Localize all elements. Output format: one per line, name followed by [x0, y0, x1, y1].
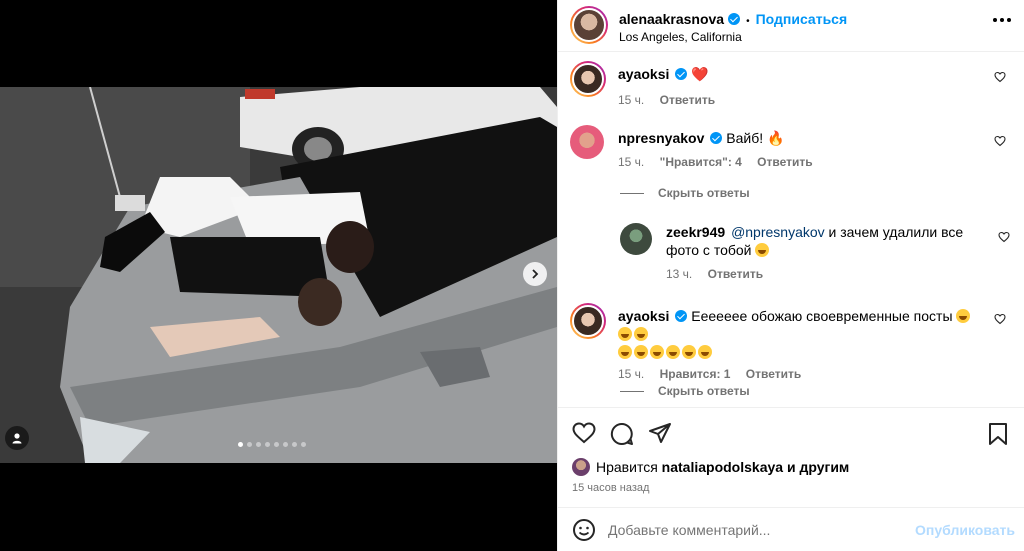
- verified-badge-icon: [710, 132, 723, 144]
- mention-link[interactable]: @npresnyakov: [731, 224, 825, 240]
- comment-body: Вайб! 🔥: [726, 130, 785, 146]
- comment-text: ayaoksi Еееееее обожаю своевременные пос…: [618, 307, 988, 361]
- commenter-avatar[interactable]: [620, 223, 652, 255]
- commenter-username[interactable]: zeekr949: [666, 224, 725, 240]
- user-icon: [12, 433, 22, 444]
- divider-line: [620, 390, 644, 392]
- commenter-avatar[interactable]: [570, 61, 606, 97]
- verified-badge-icon: [675, 68, 688, 80]
- reply-button[interactable]: Ответить: [757, 155, 812, 169]
- carousel-next-button[interactable]: [523, 262, 547, 286]
- like-heart-icon[interactable]: [572, 422, 596, 444]
- rofl-emoji-icon: [956, 309, 971, 323]
- rofl-emoji-icon: [618, 345, 632, 359]
- carousel-dot: [247, 442, 252, 447]
- hide-replies-button[interactable]: Скрыть ответы: [620, 186, 750, 200]
- commenter-username[interactable]: ayaoksi: [618, 66, 669, 82]
- comment-text: ayaoksi ❤️: [618, 65, 988, 83]
- more-options-icon[interactable]: [993, 14, 1011, 26]
- comment-time[interactable]: 15 ч.: [618, 367, 644, 381]
- comment-body: Еееееее обожаю своевременные посты: [691, 308, 953, 324]
- rofl-emoji-icon: [618, 327, 632, 341]
- post-photo[interactable]: [0, 87, 557, 463]
- publish-button[interactable]: Опубликовать: [915, 522, 1015, 538]
- carousel-indicator: [238, 442, 306, 447]
- like-comment-heart-icon[interactable]: [994, 135, 1006, 147]
- carousel-dot: [274, 442, 279, 447]
- comment-likes-count[interactable]: "Нравится": 4: [660, 155, 742, 169]
- commenter-username[interactable]: ayaoksi: [618, 308, 669, 324]
- hide-replies-label: Скрыть ответы: [658, 186, 750, 200]
- comment-bubble-icon[interactable]: [610, 422, 634, 446]
- rofl-emoji-icon: [682, 345, 696, 359]
- rofl-emoji-icon: [634, 327, 648, 341]
- comment-text: npresnyakov Вайб! 🔥: [618, 129, 988, 147]
- post-location[interactable]: Los Angeles, California: [619, 30, 742, 44]
- comment-input[interactable]: [608, 521, 916, 538]
- comment-time[interactable]: 13 ч.: [666, 267, 692, 281]
- hide-replies-button[interactable]: Скрыть ответы: [620, 384, 750, 398]
- likes-text: Нравится nataliapodolskaya и другим: [596, 459, 849, 475]
- carousel-dot: [301, 442, 306, 447]
- verified-badge-icon: [675, 310, 688, 322]
- save-bookmark-icon[interactable]: [987, 422, 1009, 446]
- liker-username[interactable]: nataliapodolskaya: [662, 459, 783, 475]
- likes-others[interactable]: и другим: [787, 459, 849, 475]
- like-comment-heart-icon[interactable]: [994, 71, 1006, 83]
- carousel-dot: [283, 442, 288, 447]
- chevron-right-icon: [532, 269, 539, 279]
- add-comment-bar: Опубликовать: [558, 507, 1024, 551]
- comment-body: ❤️: [691, 66, 709, 82]
- reply-button[interactable]: Ответить: [746, 367, 801, 381]
- like-comment-heart-icon[interactable]: [994, 313, 1006, 325]
- reply-button[interactable]: Ответить: [660, 93, 715, 107]
- likes-prefix: Нравится: [596, 459, 658, 475]
- post-details-panel: alenaakrasnova • Подписаться Los Angeles, …: [557, 0, 1024, 551]
- comments-list: ayaoksi ❤️ 15 ч. Ответить npresnyakov Ва…: [558, 53, 1024, 406]
- likes-summary: Нравится nataliapodolskaya и другим: [572, 458, 849, 476]
- grinning-emoji-icon: [755, 243, 770, 257]
- carousel-dot: [292, 442, 297, 447]
- commenter-avatar[interactable]: [570, 303, 606, 339]
- post-time[interactable]: 15 часов назад: [572, 482, 649, 494]
- liker-avatar[interactable]: [572, 458, 590, 476]
- media-pane: [0, 0, 557, 551]
- rofl-emoji-icon: [634, 345, 648, 359]
- hide-replies-label: Скрыть ответы: [658, 384, 750, 398]
- verified-badge-icon: [728, 13, 741, 25]
- author-username[interactable]: alenaakrasnova: [619, 11, 724, 27]
- tagged-users-button[interactable]: [5, 426, 29, 450]
- rofl-emoji-icon: [650, 345, 664, 359]
- instagram-post-modal: alenaakrasnova • Подписаться Los Angeles, …: [0, 0, 1024, 551]
- divider-line: [620, 192, 644, 194]
- like-comment-heart-icon[interactable]: [998, 231, 1010, 243]
- rofl-emoji-icon: [666, 345, 680, 359]
- commenter-username[interactable]: npresnyakov: [618, 130, 704, 146]
- comment-time[interactable]: 15 ч.: [618, 155, 644, 169]
- comment-text: zeekr949 @npresnyakov и зачем удалили вс…: [666, 223, 984, 259]
- comment-likes-count[interactable]: Нравится: 1: [660, 367, 731, 381]
- carousel-dot: [265, 442, 270, 447]
- reply-button[interactable]: Ответить: [708, 267, 763, 281]
- post-actions-bar: [558, 407, 1024, 457]
- carousel-dot: [238, 442, 243, 447]
- commenter-avatar[interactable]: [570, 125, 604, 159]
- separator-dot: •: [746, 16, 750, 27]
- rofl-emoji-icon: [698, 345, 712, 359]
- emoji-picker-icon[interactable]: [572, 518, 596, 542]
- carousel-dot: [256, 442, 261, 447]
- post-header: alenaakrasnova • Подписаться Los Angeles, …: [558, 0, 1024, 52]
- share-paper-plane-icon[interactable]: [648, 422, 672, 446]
- author-avatar[interactable]: [570, 6, 608, 44]
- follow-button[interactable]: Подписаться: [756, 11, 848, 27]
- comment-time[interactable]: 15 ч.: [618, 93, 644, 107]
